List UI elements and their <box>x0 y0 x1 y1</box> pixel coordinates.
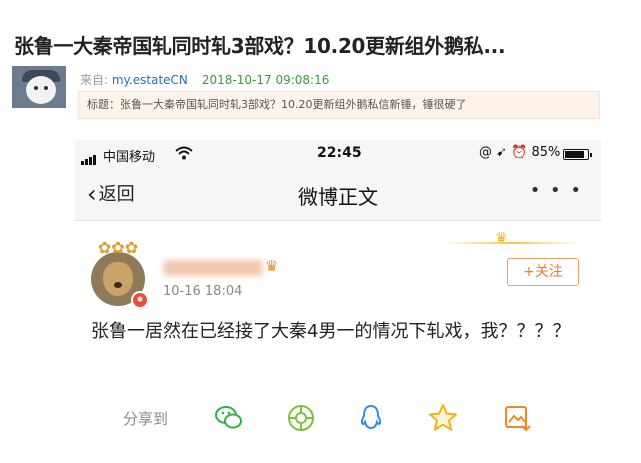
author-avatar[interactable] <box>12 66 66 108</box>
qq-icon[interactable] <box>355 402 387 434</box>
follow-button[interactable]: +关注 <box>507 258 579 286</box>
battery-percent: 85% <box>531 145 561 160</box>
nav-title: 微博正文 <box>298 185 378 209</box>
save-image-icon[interactable] <box>501 402 533 434</box>
source-label: 来自: <box>80 73 112 87</box>
status-icons: @ ➹ ⏰ 85% <box>479 145 560 160</box>
post-title[interactable]: 张鲁一大秦帝国轧同时轧3部戏？10.20更新组外鹅私... <box>14 30 629 59</box>
crown-icon: ♛ <box>495 230 508 246</box>
status-time: 22:45 <box>317 145 362 161</box>
username-redacted[interactable] <box>163 260 263 276</box>
post-content: 张鲁一居然在已经接了大秦4男一的情况下轧戏，我？？？？ <box>91 321 571 342</box>
source-link[interactable]: my.estateCN <box>112 73 188 87</box>
post-meta: 来自: my.estateCN 2018-10-17 09:08:16 <box>80 71 329 88</box>
title-notice: 标题：张鲁一大秦帝国轧同时轧3部戏？10.20更新组外鹅私信新锤，锤很硬了 <box>78 91 600 119</box>
vip-icon: ♛ <box>265 257 279 275</box>
nav-bar: ‹ 返回 微博正文 • • • <box>75 170 601 221</box>
status-misc-icons: @ ➹ ⏰ <box>479 145 528 160</box>
decoration-line <box>443 242 581 244</box>
signal-icon <box>81 150 97 165</box>
weibo-screenshot: 中国移动 22:45 @ ➹ ⏰ 85% ‹ 返回 微博正文 • • • ♛ ✿✿… <box>75 140 601 463</box>
wechat-icon[interactable] <box>213 402 245 434</box>
avatar-pendant-icon: ✿✿✿ <box>97 238 139 257</box>
wifi-icon <box>175 146 193 160</box>
share-bar: 分享到 <box>75 400 601 440</box>
post-time: 10-16 18:04 <box>163 284 243 299</box>
favorite-star-icon[interactable] <box>427 402 459 434</box>
moments-icon[interactable] <box>285 402 317 434</box>
post-datetime: 2018-10-17 09:08:16 <box>201 73 330 87</box>
status-bar: 中国移动 22:45 @ ➹ ⏰ 85% <box>75 140 601 170</box>
carrier-name: 中国移动 <box>103 150 156 165</box>
verified-badge-icon: ✱ <box>131 291 149 309</box>
battery-icon <box>563 149 592 160</box>
more-button[interactable]: • • • <box>530 180 583 201</box>
share-label: 分享到 <box>123 410 169 428</box>
